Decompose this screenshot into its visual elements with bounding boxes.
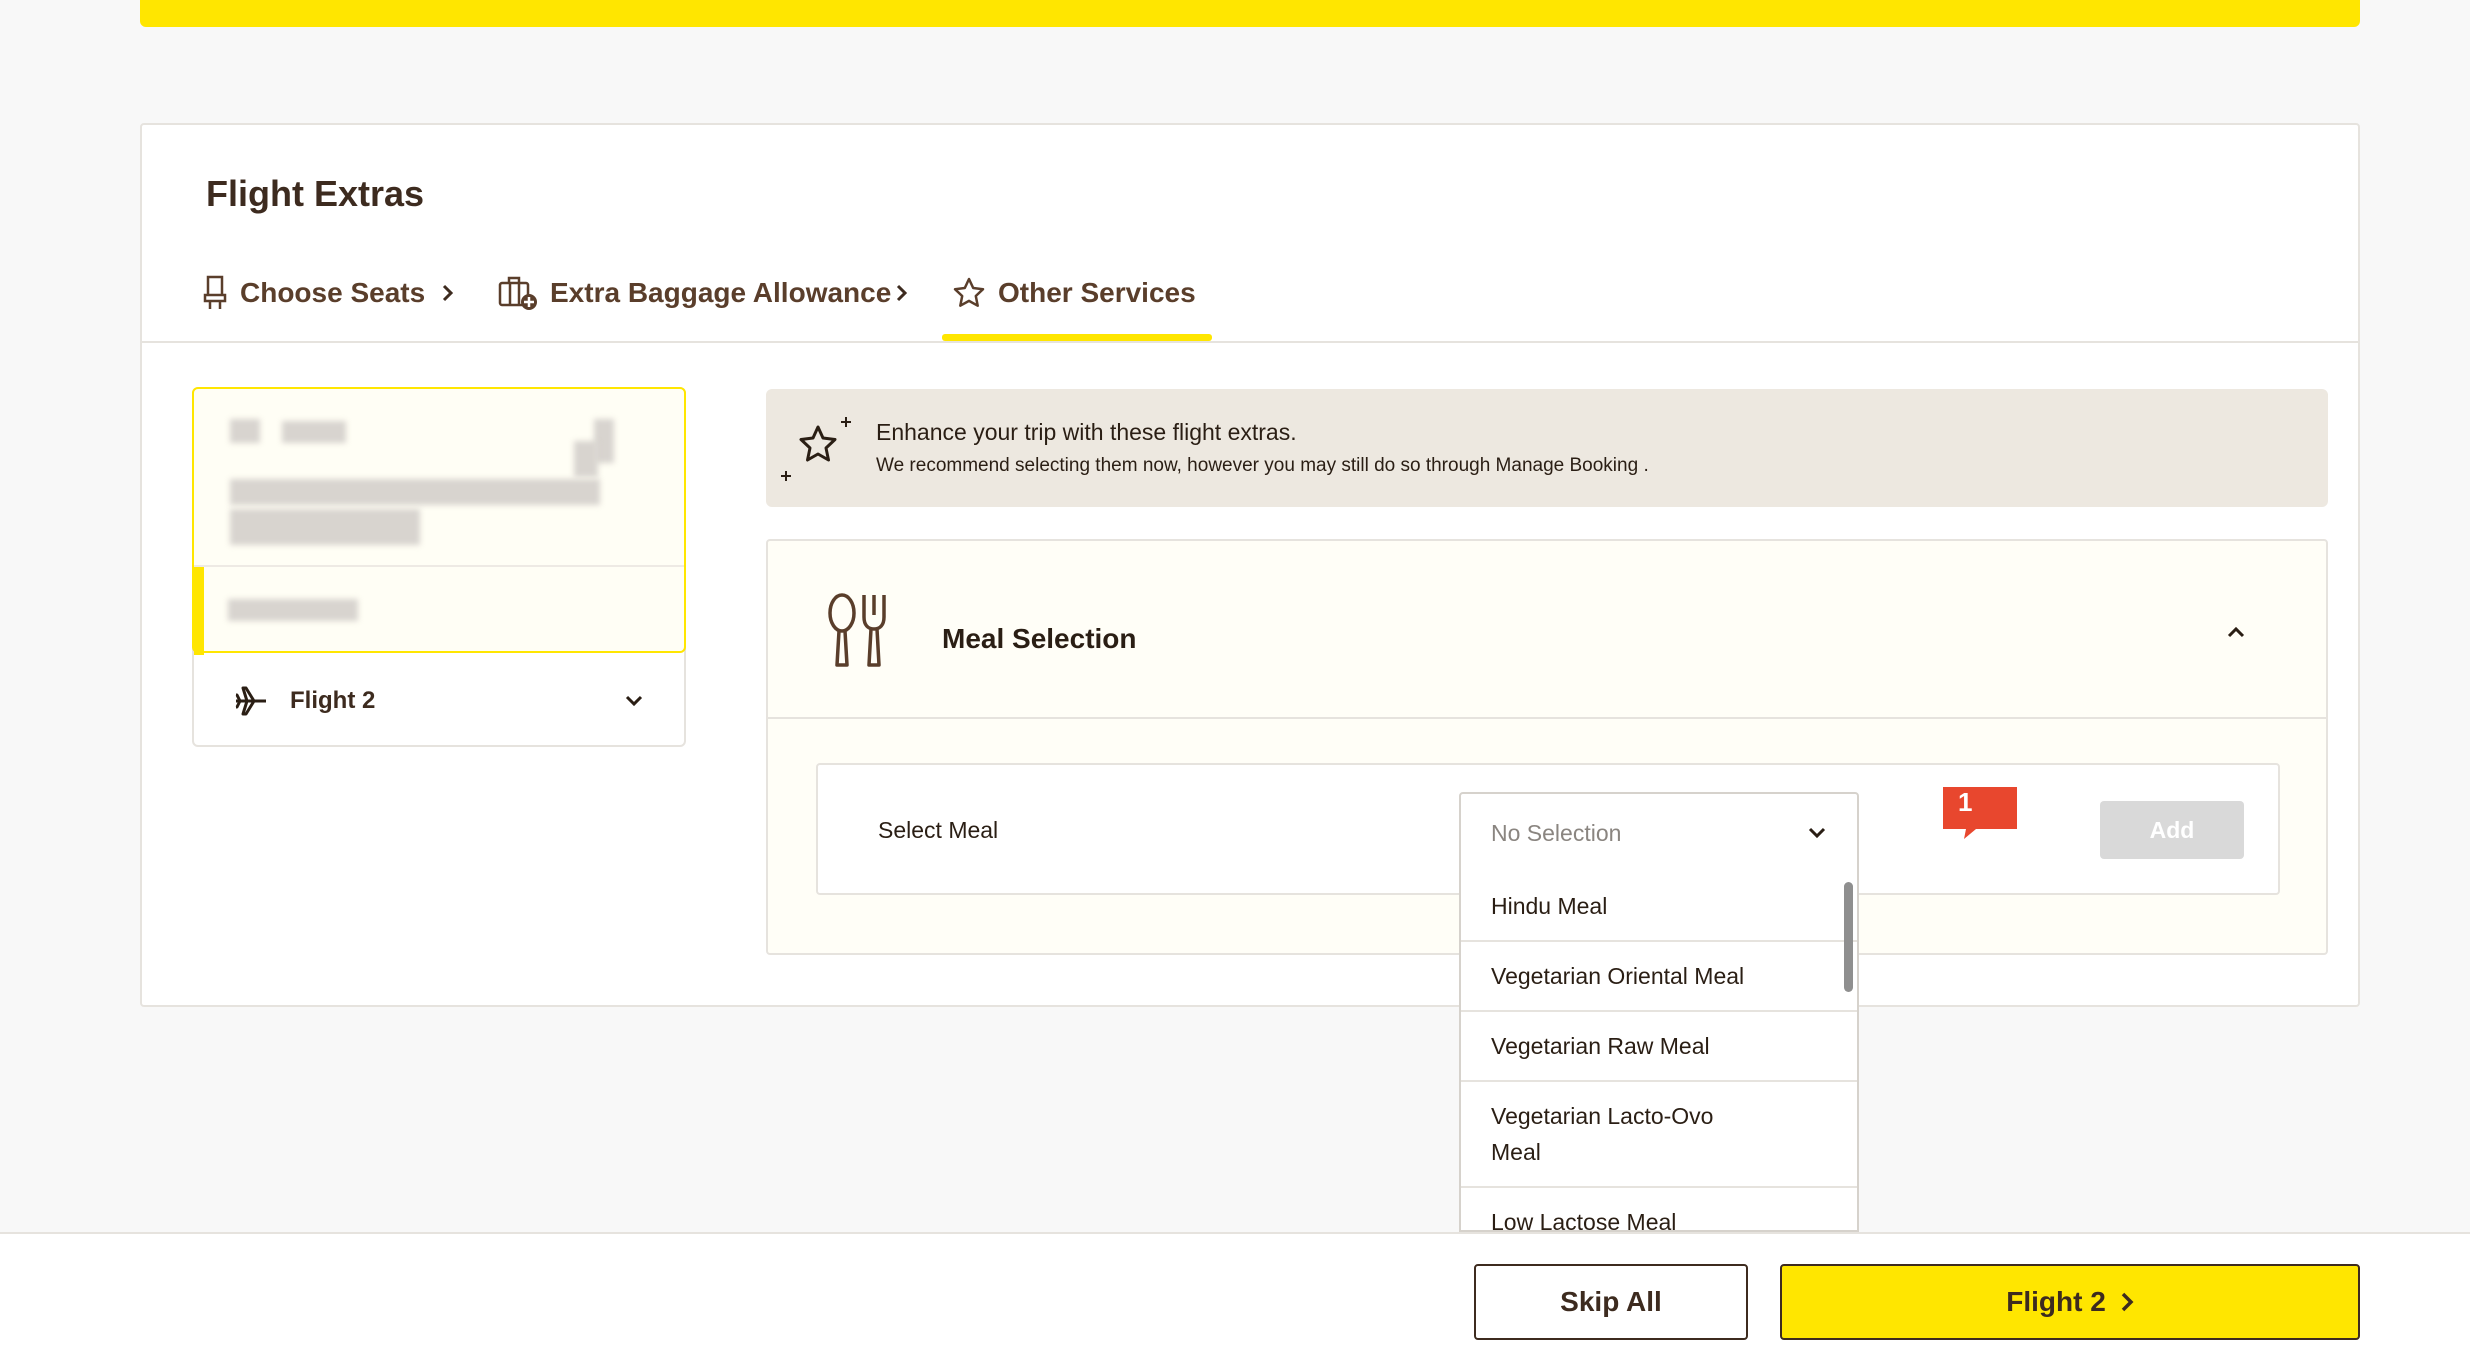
chevron-down-icon [1808,827,1826,839]
chevron-right-icon [438,275,458,311]
redacted-text [574,441,598,477]
add-meal-button[interactable]: Add [2100,801,2244,859]
bottom-action-bar: Skip All Flight 2 [0,1232,2470,1364]
flight-2-toggle[interactable]: Flight 2 [194,655,684,747]
chevron-down-icon [625,695,643,707]
passenger-flight-1[interactable] [192,387,686,655]
chevron-up-icon[interactable] [2226,625,2246,639]
dropdown-option[interactable]: Low Lactose Meal [1461,1188,1857,1230]
top-accent-strip [140,0,2360,27]
select-meal-label: Select Meal [878,817,999,843]
flight-extras-card: Flight Extras Choose Seats Extra Baggage… [140,123,2360,1007]
tab-label: Other Services [998,277,1196,308]
meal-select[interactable]: No Selection [1459,792,1859,874]
passenger-item-selected[interactable] [194,565,684,655]
next-flight-button[interactable]: Flight 2 [1780,1264,2360,1340]
skip-all-button[interactable]: Skip All [1474,1264,1748,1340]
meal-select-value: No Selection [1491,819,1622,846]
selected-indicator [194,567,204,655]
notification-badge [1943,787,2017,839]
dropdown-option[interactable]: Vegetarian Raw Meal [1461,1012,1857,1082]
dropdown-option[interactable]: Vegetarian Lacto-Ovo Meal [1461,1082,1857,1188]
redacted-text [230,419,260,443]
flight-2-label: Flight 2 [290,687,376,714]
chevron-right-icon [2121,1292,2134,1312]
airplane-icon [235,686,266,716]
chevron-right-icon [892,275,912,311]
next-flight-label: Flight 2 [2006,1286,2106,1317]
star-icon [953,277,985,307]
dropdown-option[interactable]: Vegetarian Oriental Meal [1461,942,1857,1012]
header-divider [142,341,2358,343]
meal-panel-header[interactable]: Meal Selection [768,541,2326,719]
tab-choose-seats[interactable]: Choose Seats [202,245,425,341]
banner-title: Enhance your trip with these flight extr… [876,419,1297,445]
cutlery-icon [828,593,886,667]
redacted-text [228,599,358,621]
passenger-selector: Flight 2 [192,387,686,747]
redacted-text [282,421,346,443]
dropdown-option[interactable]: Hindu Meal [1461,872,1857,942]
steps-nav: Choose Seats Extra Baggage Allowance Oth… [202,245,2358,341]
page-title: Flight Extras [206,173,425,214]
tab-extra-baggage[interactable]: Extra Baggage Allowance [498,245,891,341]
redacted-text [230,479,600,505]
redacted-text [230,509,420,545]
badge-count: 1 [1958,787,1973,817]
banner-subtitle: We recommend selecting them now, however… [876,455,1649,476]
meal-dropdown-list: Hindu Meal Vegetarian Oriental Meal Vege… [1459,872,1859,1232]
info-banner: Enhance your trip with these flight extr… [766,389,2328,507]
seat-icon [203,275,227,309]
baggage-add-icon [498,276,537,310]
tab-other-services[interactable]: Other Services [942,245,1212,341]
dropdown-scrollbar[interactable] [1844,882,1853,992]
meal-panel-title: Meal Selection [942,623,1137,654]
tab-label: Extra Baggage Allowance [550,277,892,308]
tab-label: Choose Seats [240,277,426,308]
sparkle-star-icon [781,417,851,481]
